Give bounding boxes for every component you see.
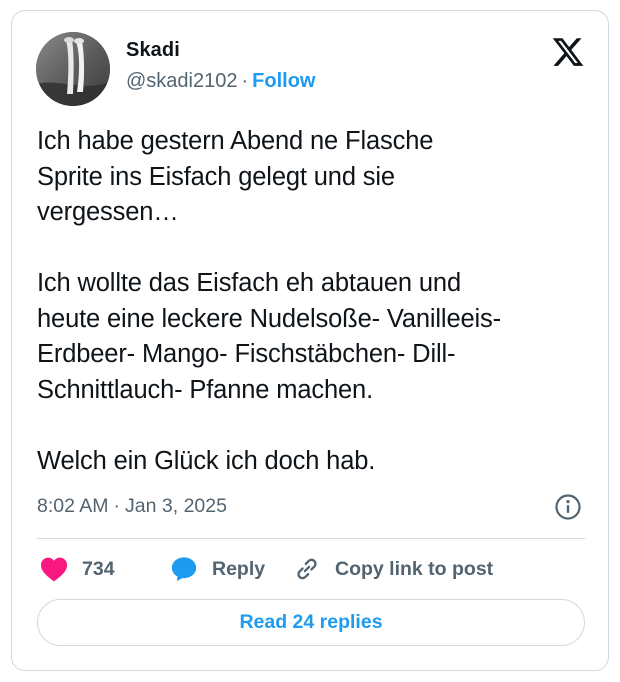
like-button[interactable]: 734 <box>40 551 115 587</box>
reply-button[interactable]: Reply <box>170 551 265 587</box>
divider <box>37 538 585 539</box>
info-icon[interactable] <box>554 493 582 521</box>
speech-bubble-icon <box>171 557 197 582</box>
x-logo-icon[interactable] <box>551 35 585 69</box>
copy-link-label: Copy link to post <box>335 557 494 580</box>
post-time: 8:02 AM <box>37 495 109 517</box>
post-date: Jan 3, 2025 <box>125 495 227 517</box>
author-name[interactable]: Skadi <box>126 39 180 62</box>
tweet-embed-card: Skadi @skadi2102 · Follow Ich habe gestern… <box>11 10 609 671</box>
author-handle-row: @skadi2102 · Follow <box>126 70 315 93</box>
heart-icon <box>40 557 68 582</box>
avatar[interactable] <box>36 32 110 106</box>
post-text: Ich habe gestern Abend ne Flasche Sprite… <box>37 127 501 475</box>
avatar-image <box>36 32 110 106</box>
like-count: 734 <box>82 557 115 580</box>
handle-separator: · <box>241 70 249 92</box>
action-bar: 734 Reply Copy link to post <box>37 551 597 587</box>
follow-button[interactable]: Follow <box>252 70 315 92</box>
author-handle[interactable]: @skadi2102 <box>126 70 237 92</box>
link-icon <box>297 558 317 580</box>
read-replies-button[interactable]: Read 24 replies <box>37 599 585 646</box>
reply-label: Reply <box>212 557 266 580</box>
copy-link-button[interactable]: Copy link to post <box>293 551 493 587</box>
timestamp-separator: · <box>113 495 121 517</box>
post-timestamp[interactable]: 8:02 AM · Jan 3, 2025 <box>37 495 227 518</box>
